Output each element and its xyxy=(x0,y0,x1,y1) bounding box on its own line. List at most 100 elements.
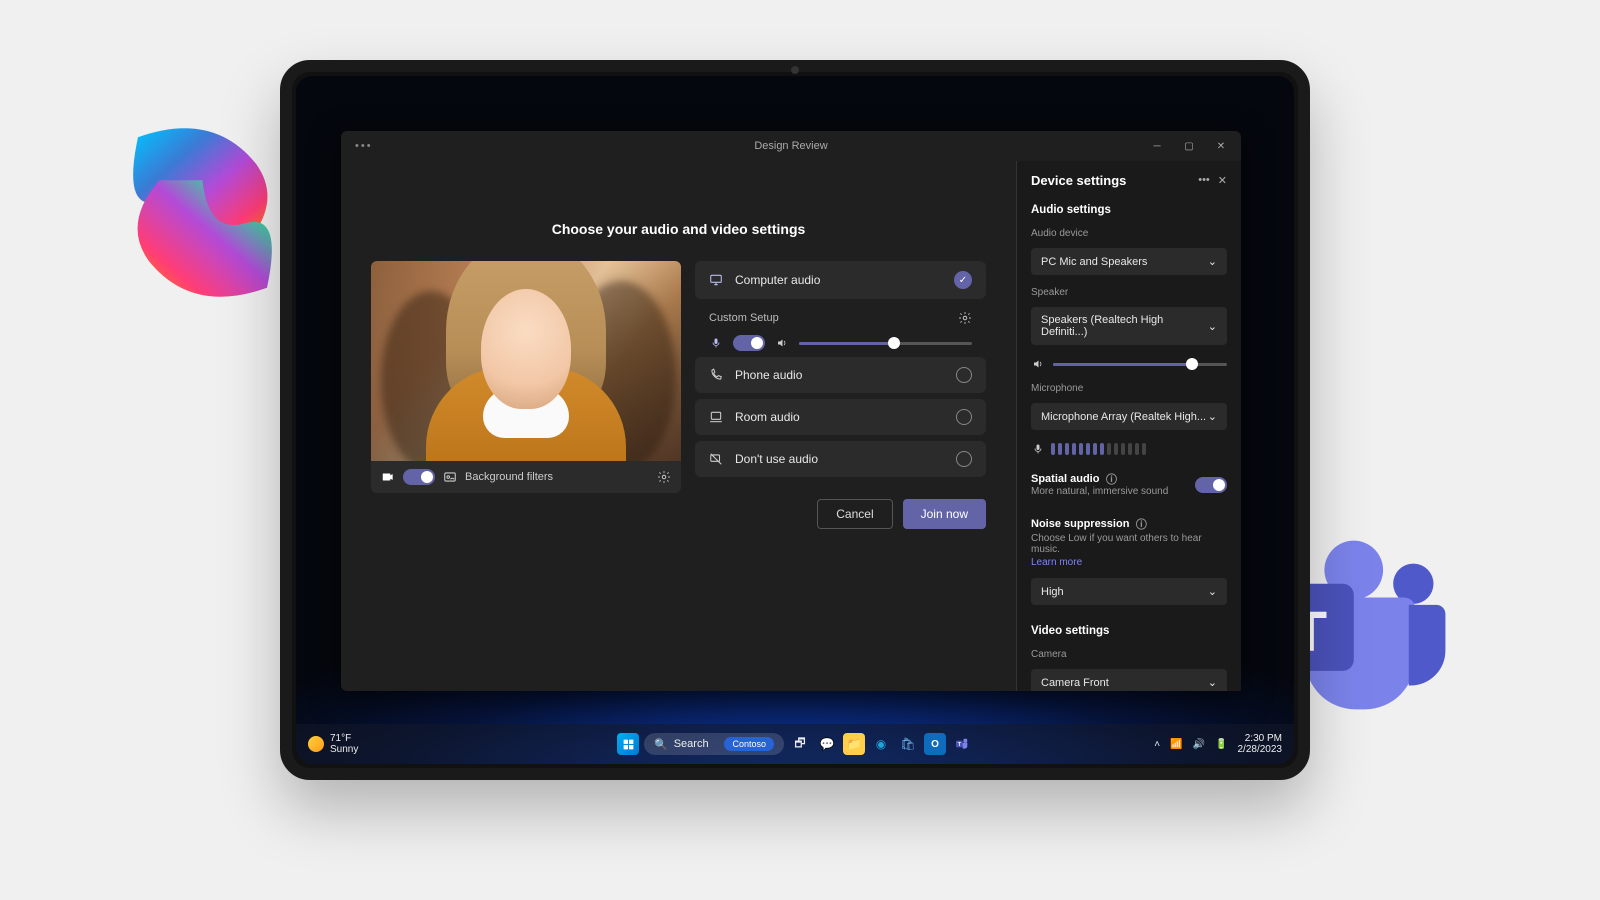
custom-setup-section: Custom Setup xyxy=(695,305,986,351)
room-icon xyxy=(709,410,723,424)
panel-more-icon[interactable]: ••• xyxy=(1198,174,1210,187)
video-preview-card: Background filters xyxy=(371,261,681,529)
tablet-screen: ••• Design Review ─ ▢ ✕ Choose your audi… xyxy=(296,76,1294,764)
edge-icon[interactable]: ◉ xyxy=(870,733,892,755)
volume-icon xyxy=(775,336,789,350)
radio-icon xyxy=(956,451,972,467)
info-icon[interactable]: ⓘ xyxy=(1134,517,1148,531)
prejoin-main: Choose your audio and video settings xyxy=(341,161,1016,691)
microphone-select[interactable]: Microphone Array (Realtek High... ⌄ xyxy=(1031,403,1227,430)
monitor-icon xyxy=(709,273,723,287)
noise-suppression-select[interactable]: High ⌄ xyxy=(1031,578,1227,605)
cancel-button[interactable]: Cancel xyxy=(817,499,892,529)
maximize-button[interactable]: ▢ xyxy=(1175,135,1203,157)
taskbar-time: 2:30 PM xyxy=(1238,733,1283,744)
weather-temp: 71°F xyxy=(330,733,358,744)
panel-close-icon[interactable]: ✕ xyxy=(1218,174,1227,187)
speaker-select[interactable]: Speakers (Realtech High Definiti...) ⌄ xyxy=(1031,307,1227,345)
background-effects-icon[interactable] xyxy=(443,470,457,484)
explorer-icon[interactable]: 📁 xyxy=(843,733,865,755)
store-icon[interactable]: 🛍 xyxy=(897,733,919,755)
copilot-logo xyxy=(95,105,310,320)
tray-wifi-icon[interactable]: 📶 xyxy=(1170,739,1182,750)
video-settings-icon[interactable] xyxy=(657,470,671,484)
audio-device-select[interactable]: PC Mic and Speakers ⌄ xyxy=(1031,248,1227,275)
camera-toggle[interactable] xyxy=(403,469,435,485)
audio-device-value: PC Mic and Speakers xyxy=(1041,256,1147,268)
option-room-audio[interactable]: Room audio xyxy=(695,399,986,435)
video-settings-heading: Video settings xyxy=(1031,625,1227,637)
camera-label: Camera xyxy=(1031,649,1227,660)
more-icon[interactable]: ••• xyxy=(341,140,373,152)
phone-icon xyxy=(709,368,723,382)
tray-volume-icon[interactable]: 🔊 xyxy=(1193,739,1205,750)
radio-icon xyxy=(956,409,972,425)
custom-setup-label: Custom Setup xyxy=(709,312,779,324)
mic-toggle[interactable] xyxy=(733,335,765,351)
camera-select[interactable]: Camera Front ⌄ xyxy=(1031,669,1227,691)
window-title: Design Review xyxy=(754,140,827,152)
search-icon: 🔍 xyxy=(654,738,668,751)
camera-preview xyxy=(371,261,681,461)
camera-value: Camera Front xyxy=(1041,677,1109,689)
microphone-label: Microphone xyxy=(1031,383,1227,394)
minimize-button[interactable]: ─ xyxy=(1143,135,1171,157)
option-label: Phone audio xyxy=(735,368,802,382)
speaker-icon xyxy=(1031,357,1045,371)
outlook-icon[interactable]: O xyxy=(924,733,946,755)
learn-more-link[interactable]: Learn more xyxy=(1031,557,1227,568)
mic-icon xyxy=(709,336,723,350)
spatial-audio-label: Spatial audio xyxy=(1031,473,1099,485)
join-now-button[interactable]: Join now xyxy=(903,499,986,529)
tablet-frame: ••• Design Review ─ ▢ ✕ Choose your audi… xyxy=(280,60,1310,780)
chevron-down-icon: ⌄ xyxy=(1208,585,1217,598)
speaker-value: Speakers (Realtech High Definiti...) xyxy=(1041,314,1208,338)
option-label: Computer audio xyxy=(735,273,820,287)
tray-battery-icon[interactable]: 🔋 xyxy=(1215,739,1227,750)
volume-slider[interactable] xyxy=(799,342,972,345)
option-label: Don't use audio xyxy=(735,452,818,466)
speaker-volume-slider[interactable] xyxy=(1053,363,1227,366)
page-title: Choose your audio and video settings xyxy=(371,221,986,237)
info-icon[interactable]: ⓘ xyxy=(1104,472,1118,486)
taskview-icon[interactable]: 🗗 xyxy=(789,733,811,755)
option-no-audio[interactable]: Don't use audio xyxy=(695,441,986,477)
taskbar: 71°F Sunny 🔍 Search Contoso 🗗 💬 📁 ◉ 🛍 xyxy=(296,724,1294,764)
taskbar-clock[interactable]: 2:30 PM 2/28/2023 xyxy=(1238,733,1283,755)
taskbar-date: 2/28/2023 xyxy=(1238,744,1283,755)
chevron-down-icon: ⌄ xyxy=(1208,676,1217,689)
noise-suppression-sub: Choose Low if you want others to hear mu… xyxy=(1031,533,1227,555)
background-filters-label[interactable]: Background filters xyxy=(465,471,553,483)
start-button[interactable] xyxy=(617,733,639,755)
noise-value: High xyxy=(1041,586,1064,598)
gear-icon[interactable] xyxy=(958,311,972,325)
mic-icon xyxy=(1031,442,1045,456)
microphone-value: Microphone Array (Realtek High... xyxy=(1041,411,1206,423)
chevron-down-icon: ⌄ xyxy=(1208,320,1217,333)
tray-chevron-icon[interactable]: ˄ xyxy=(1154,739,1160,750)
spatial-audio-sub: More natural, immersive sound xyxy=(1031,486,1168,497)
camera-icon xyxy=(381,470,395,484)
weather-icon xyxy=(308,736,324,752)
chevron-down-icon: ⌄ xyxy=(1208,255,1217,268)
spatial-audio-toggle[interactable] xyxy=(1195,477,1227,493)
chevron-down-icon: ⌄ xyxy=(1208,410,1217,423)
teams-prejoin-window: ••• Design Review ─ ▢ ✕ Choose your audi… xyxy=(341,131,1241,691)
no-audio-icon xyxy=(709,452,723,466)
chat-icon[interactable]: 💬 xyxy=(816,733,838,755)
noise-suppression-label: Noise suppression xyxy=(1031,518,1129,530)
contoso-pill: Contoso xyxy=(724,737,774,751)
option-label: Room audio xyxy=(735,410,800,424)
teams-icon[interactable]: T xyxy=(951,733,973,755)
option-phone-audio[interactable]: Phone audio xyxy=(695,357,986,393)
speaker-label: Speaker xyxy=(1031,287,1227,298)
mic-level-meter xyxy=(1051,443,1146,455)
taskbar-search[interactable]: 🔍 Search Contoso xyxy=(644,733,784,755)
device-settings-panel: Device settings ••• ✕ Audio settings Aud… xyxy=(1016,161,1241,691)
taskbar-weather[interactable]: 71°F Sunny xyxy=(308,733,358,755)
option-computer-audio[interactable]: Computer audio ✓ xyxy=(695,261,986,299)
check-icon: ✓ xyxy=(954,271,972,289)
close-button[interactable]: ✕ xyxy=(1207,135,1235,157)
panel-title: Device settings xyxy=(1031,173,1126,188)
search-label: Search xyxy=(674,738,709,750)
